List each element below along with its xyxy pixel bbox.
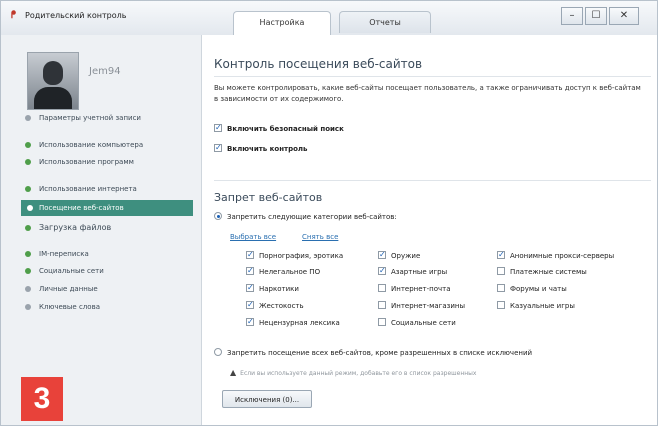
category-label: Интернет-почта bbox=[391, 285, 451, 293]
category-label: Азартные игры bbox=[391, 268, 448, 276]
category-checkbox[interactable] bbox=[497, 267, 505, 275]
warning-text: Если вы используете данный режим, добавь… bbox=[240, 370, 477, 377]
block-categories-label: Запретить следующие категории веб-сайтов… bbox=[227, 213, 397, 221]
enable-control-label: Включить контроль bbox=[227, 145, 308, 153]
title-bar: ᖰ Родительский контроль Настройка Отчеты… bbox=[1, 1, 657, 36]
select-all-link[interactable]: Выбрать все bbox=[230, 233, 276, 241]
sidebar-item-label: Параметры учетной записи bbox=[39, 114, 141, 122]
category-label: Платежные системы bbox=[510, 268, 587, 276]
sidebar-item-program-usage[interactable]: Использование программ bbox=[25, 154, 195, 170]
sidebar-item-label: Загрузка файлов bbox=[39, 223, 112, 232]
category-label: Жестокость bbox=[259, 302, 304, 310]
parental-control-window: ᖰ Родительский контроль Настройка Отчеты… bbox=[0, 0, 658, 426]
block-categories-radio[interactable] bbox=[214, 212, 222, 220]
warning-note: ▲ Если вы используете данный режим, добав… bbox=[230, 368, 476, 377]
app-logo-icon: ᖰ bbox=[11, 10, 17, 21]
category-label: Анонимные прокси-серверы bbox=[510, 252, 615, 260]
enable-control-checkbox[interactable] bbox=[214, 142, 222, 154]
username: Jem94 bbox=[89, 66, 121, 77]
category-label: Интернет-магазины bbox=[391, 302, 466, 310]
step-number-badge: 3 bbox=[21, 377, 63, 421]
sidebar-item-personal-data[interactable]: Личные данные bbox=[25, 281, 195, 297]
category-checkbox[interactable] bbox=[378, 301, 386, 309]
category-checkbox[interactable] bbox=[246, 265, 254, 277]
category-checkbox[interactable] bbox=[378, 265, 386, 277]
category-checkbox[interactable] bbox=[497, 284, 505, 292]
avatar[interactable] bbox=[27, 52, 79, 110]
category-checkbox[interactable] bbox=[246, 316, 254, 328]
block-all-radio[interactable] bbox=[214, 348, 222, 356]
page-title: Контроль посещения веб-сайтов bbox=[214, 57, 423, 71]
sidebar-item-label: Использование компьютера bbox=[39, 141, 144, 149]
category-label: Социальные сети bbox=[391, 319, 456, 327]
sidebar-item-account-settings[interactable]: Параметры учетной записи bbox=[25, 110, 195, 126]
status-dot-icon bbox=[25, 286, 31, 292]
maximize-button[interactable]: ☐ bbox=[585, 7, 607, 25]
sidebar: Jem94 Параметры учетной записи Использов… bbox=[1, 35, 202, 425]
block-all-label: Запретить посещение всех веб-сайтов, кро… bbox=[227, 349, 533, 357]
category-label: Нецензурная лексика bbox=[259, 319, 340, 327]
window-title: Родительский контроль bbox=[25, 11, 127, 20]
warning-icon: ▲ bbox=[230, 368, 237, 377]
status-dot-icon bbox=[25, 251, 31, 257]
status-dot-icon bbox=[25, 304, 31, 310]
section-title: Запрет веб-сайтов bbox=[214, 191, 323, 204]
sidebar-item-computer-usage[interactable]: Использование компьютера bbox=[25, 137, 195, 153]
sidebar-item-label: Личные данные bbox=[39, 285, 98, 293]
sidebar-item-keywords[interactable]: Ключевые слова bbox=[25, 299, 195, 315]
tab-settings[interactable]: Настройка bbox=[233, 11, 331, 36]
sidebar-item-label: IM-переписка bbox=[39, 250, 89, 258]
category-checkbox[interactable] bbox=[497, 301, 505, 309]
sidebar-item-social-networks[interactable]: Социальные сети bbox=[25, 263, 195, 279]
avatar-head bbox=[43, 61, 63, 85]
status-dot-icon bbox=[27, 205, 33, 211]
category-checkbox[interactable] bbox=[378, 318, 386, 326]
sidebar-item-internet-usage[interactable]: Использование интернета bbox=[25, 181, 195, 197]
category-checkbox[interactable] bbox=[497, 249, 505, 261]
main-panel: Контроль посещения веб-сайтов Вы можете … bbox=[202, 35, 657, 425]
status-dot-icon bbox=[25, 186, 31, 192]
status-dot-icon bbox=[25, 225, 31, 231]
safe-search-label: Включить безопасный поиск bbox=[227, 125, 344, 133]
avatar-body bbox=[34, 87, 72, 109]
category-checkbox[interactable] bbox=[246, 299, 254, 311]
status-dot-icon bbox=[25, 142, 31, 148]
category-checkbox[interactable] bbox=[378, 284, 386, 292]
sidebar-item-label: Ключевые слова bbox=[39, 303, 100, 311]
page-description: Вы можете контролировать, какие веб-сайт… bbox=[214, 84, 641, 103]
exceptions-button[interactable]: Исключения (0)... bbox=[222, 390, 312, 408]
category-label: Казуальные игры bbox=[510, 302, 575, 310]
category-label: Порнография, эротика bbox=[259, 252, 344, 260]
status-dot-icon bbox=[25, 268, 31, 274]
divider bbox=[214, 76, 651, 77]
sidebar-item-label: Посещение веб-сайтов bbox=[39, 204, 124, 212]
close-button[interactable]: ✕ bbox=[609, 7, 639, 25]
sidebar-item-file-downloads[interactable]: Загрузка файлов bbox=[25, 220, 195, 236]
sidebar-item-label: Использование программ bbox=[39, 158, 134, 166]
sidebar-item-im-chat[interactable]: IM-переписка bbox=[25, 246, 195, 262]
sidebar-item-website-visits[interactable]: Посещение веб-сайтов bbox=[21, 200, 193, 216]
sidebar-item-label: Социальные сети bbox=[39, 267, 104, 275]
category-checkbox[interactable] bbox=[378, 249, 386, 261]
clear-all-link[interactable]: Снять все bbox=[302, 233, 338, 241]
category-label: Форумы и чаты bbox=[510, 285, 567, 293]
minimize-button[interactable]: – bbox=[561, 7, 583, 25]
category-label: Нелегальное ПО bbox=[259, 268, 321, 276]
category-checkbox[interactable] bbox=[246, 282, 254, 294]
divider bbox=[214, 180, 651, 181]
status-dot-icon bbox=[25, 115, 31, 121]
tab-reports[interactable]: Отчеты bbox=[339, 11, 431, 33]
sidebar-item-label: Использование интернета bbox=[39, 185, 137, 193]
safe-search-checkbox[interactable] bbox=[214, 122, 222, 134]
status-dot-icon bbox=[25, 159, 31, 165]
category-label: Оружие bbox=[391, 252, 421, 260]
category-label: Наркотики bbox=[259, 285, 299, 293]
category-checkbox[interactable] bbox=[246, 249, 254, 261]
